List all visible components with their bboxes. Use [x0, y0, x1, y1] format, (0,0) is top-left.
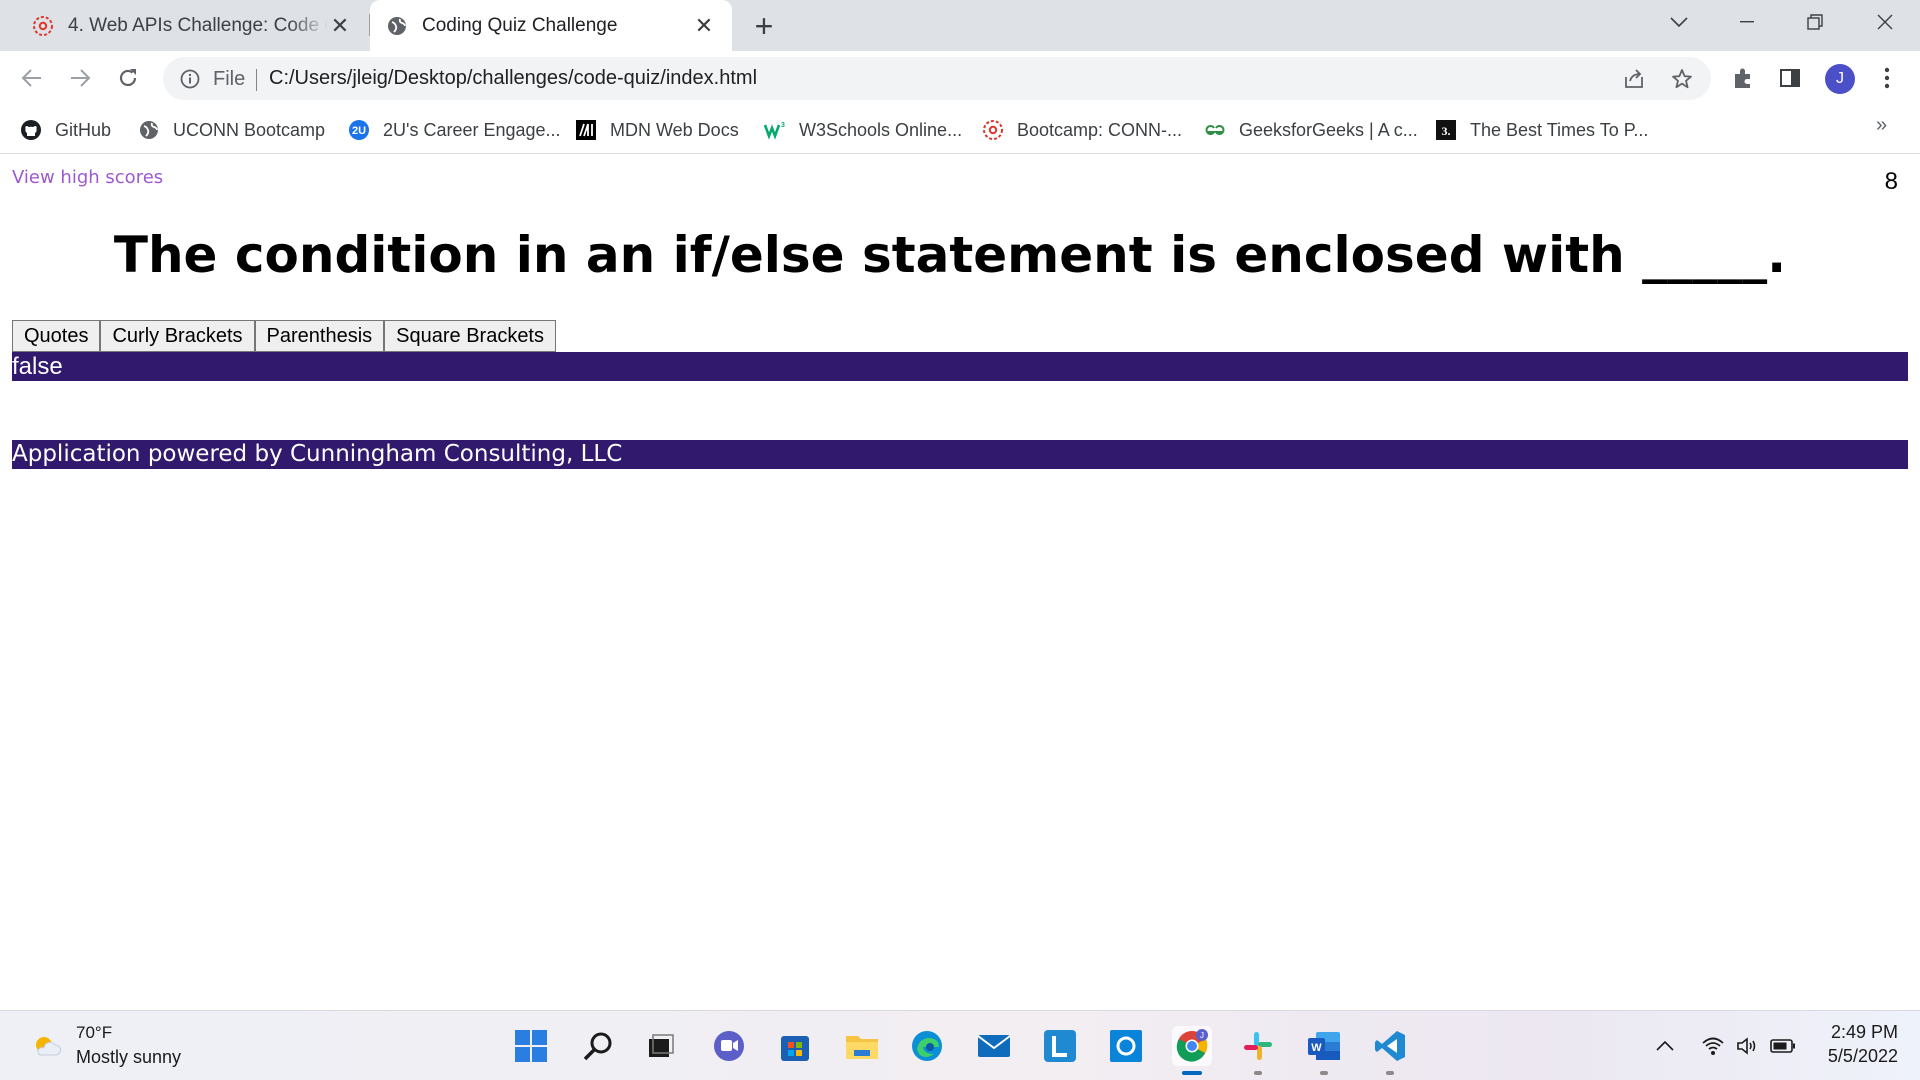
bookmark-github[interactable]: GitHub: [20, 115, 111, 145]
back-button[interactable]: [14, 60, 50, 96]
info-icon[interactable]: [179, 68, 201, 90]
running-indicator: [1386, 1071, 1394, 1075]
volume-icon[interactable]: [1735, 1033, 1761, 1059]
bookmark-label: The Best Times To P...: [1470, 119, 1649, 140]
geeksforgeeks-icon: [1204, 119, 1226, 141]
bookmark-geeksforgeeks[interactable]: GeeksforGeeks | A c...: [1204, 115, 1418, 145]
bookmark-label: 2U's Career Engage...: [383, 119, 561, 140]
bookmark-w3schools[interactable]: 3 W3Schools Online...: [764, 115, 962, 145]
battery-icon[interactable]: [1770, 1033, 1796, 1059]
weather-temperature[interactable]: 70°F: [76, 1023, 112, 1043]
l-app-icon[interactable]: [1040, 1026, 1080, 1066]
bookmark-mdn[interactable]: MDN Web Docs: [575, 115, 739, 145]
task-view-icon[interactable]: [640, 1026, 680, 1066]
close-tab-icon[interactable]: ✕: [692, 13, 716, 38]
restore-button[interactable]: [1786, 0, 1844, 44]
profile-avatar[interactable]: J: [1825, 64, 1855, 94]
2u-icon: 2U: [348, 119, 370, 141]
bookmark-uconn-bootcamp[interactable]: UCONN Bootcamp: [138, 115, 325, 145]
svg-text:J: J: [1200, 1031, 1204, 1040]
svg-text:2U: 2U: [352, 125, 366, 137]
w3schools-icon: 3: [764, 119, 786, 141]
slack-icon[interactable]: [1238, 1026, 1278, 1075]
close-window-button[interactable]: [1856, 0, 1914, 44]
answer-button-square-brackets[interactable]: Square Brackets: [384, 320, 556, 352]
canvas-red-icon: [33, 15, 53, 36]
start-icon[interactable]: [511, 1026, 551, 1066]
mdn-icon: [575, 119, 597, 141]
microsoft-store-icon[interactable]: [775, 1026, 815, 1066]
chrome-icon[interactable]: J: [1172, 1026, 1212, 1075]
view-high-scores-link[interactable]: View high scores: [12, 167, 163, 188]
wifi-icon[interactable]: [1700, 1033, 1726, 1059]
omnibox-separator: [256, 69, 257, 91]
running-indicator: [1320, 1071, 1328, 1075]
bookmark-bootcamp-conn[interactable]: Bootcamp: CONN-...: [982, 115, 1182, 145]
footer-credit: Application powered by Cunningham Consul…: [12, 440, 1908, 469]
cortana-icon[interactable]: [1106, 1026, 1146, 1066]
edge-icon[interactable]: [907, 1026, 947, 1066]
answer-result: false: [12, 352, 1908, 381]
extensions-icon[interactable]: [1728, 63, 1758, 93]
page-content: View high scores 8 The condition in an i…: [0, 154, 1920, 1010]
word-icon[interactable]: W: [1304, 1026, 1344, 1075]
answer-button-parenthesis[interactable]: Parenthesis: [254, 320, 385, 352]
search-icon[interactable]: [578, 1026, 618, 1066]
scheme-label: File: [213, 68, 246, 90]
answer-button-quotes[interactable]: Quotes: [12, 320, 101, 352]
new-tab-button[interactable]: +: [748, 8, 780, 44]
reload-button[interactable]: [110, 60, 146, 96]
tab-title: 4. Web APIs Challenge: Code Quiz: [68, 14, 328, 36]
minimize-button[interactable]: [1718, 0, 1776, 44]
tab-web-apis-challenge[interactable]: 4. Web APIs Challenge: Code Quiz ✕: [16, 0, 368, 51]
tab-title: Coding Quiz Challenge: [422, 14, 618, 36]
partly-sunny-icon[interactable]: [30, 1029, 64, 1063]
tab-strip: 4. Web APIs Challenge: Code Quiz ✕ Codin…: [0, 0, 1920, 51]
bookmark-label: UCONN Bootcamp: [173, 119, 326, 140]
bookmark-label: MDN Web Docs: [610, 119, 739, 140]
globe-icon: [388, 16, 406, 35]
share-icon[interactable]: [1621, 66, 1647, 92]
clock-time[interactable]: 2:49 PM: [1831, 1022, 1898, 1043]
menu-kebab-icon[interactable]: [1872, 63, 1902, 93]
tab-search-icon[interactable]: [1650, 0, 1708, 44]
teams-chat-icon[interactable]: [709, 1026, 749, 1066]
tab-coding-quiz-challenge[interactable]: Coding Quiz Challenge ✕: [370, 0, 732, 51]
bookmark-best-times[interactable]: 3. The Best Times To P...: [1435, 115, 1648, 145]
running-indicator: [1254, 1071, 1262, 1075]
clock-date[interactable]: 5/5/2022: [1828, 1046, 1898, 1067]
mail-icon[interactable]: [974, 1026, 1014, 1066]
bookmark-label: W3Schools Online...: [799, 119, 963, 140]
windows-taskbar: 70°F Mostly sunny J W 2:49 PM 5/5/2022: [0, 1010, 1920, 1080]
answer-button-curly-brackets[interactable]: Curly Brackets: [100, 320, 255, 352]
bookmark-dark-icon: 3.: [1435, 119, 1457, 141]
forward-button[interactable]: [62, 60, 98, 96]
timer-countdown: 8: [1884, 168, 1898, 195]
bookmarks-overflow-button[interactable]: »: [1876, 114, 1887, 137]
svg-text:3: 3: [781, 122, 785, 129]
close-tab-icon[interactable]: ✕: [328, 13, 352, 38]
github-icon: [20, 119, 42, 141]
question-heading: The condition in an if/else statement is…: [113, 226, 1787, 284]
browser-toolbar: File C:/Users/jleig/Desktop/challenges/c…: [0, 51, 1920, 106]
bookmark-label: Bootcamp: CONN-...: [1017, 119, 1183, 140]
side-panel-icon[interactable]: [1775, 63, 1805, 93]
svg-text:3.: 3.: [1442, 124, 1451, 138]
weather-description[interactable]: Mostly sunny: [76, 1047, 181, 1068]
svg-text:W: W: [1311, 1042, 1322, 1054]
file-explorer-icon[interactable]: [842, 1026, 882, 1066]
answer-buttons: Quotes Curly Brackets Parenthesis Square…: [12, 320, 556, 352]
canvas-red-icon: [982, 119, 1004, 141]
active-indicator: [1182, 1071, 1202, 1075]
bookmark-star-icon[interactable]: [1669, 66, 1695, 92]
url-text[interactable]: C:/Users/jleig/Desktop/challenges/code-q…: [269, 67, 757, 90]
bookmark-label: GitHub: [55, 119, 112, 140]
address-bar[interactable]: File C:/Users/jleig/Desktop/challenges/c…: [163, 57, 1711, 100]
bookmark-label: GeeksforGeeks | A c...: [1239, 119, 1418, 140]
chevron-up-icon[interactable]: [1652, 1033, 1678, 1059]
globe-icon: [138, 119, 160, 141]
bookmarks-bar: GitHub UCONN Bootcamp 2U 2U's Career Eng…: [0, 106, 1920, 154]
vscode-icon[interactable]: [1370, 1026, 1410, 1075]
bookmark-2u-career[interactable]: 2U 2U's Career Engage...: [348, 115, 561, 145]
